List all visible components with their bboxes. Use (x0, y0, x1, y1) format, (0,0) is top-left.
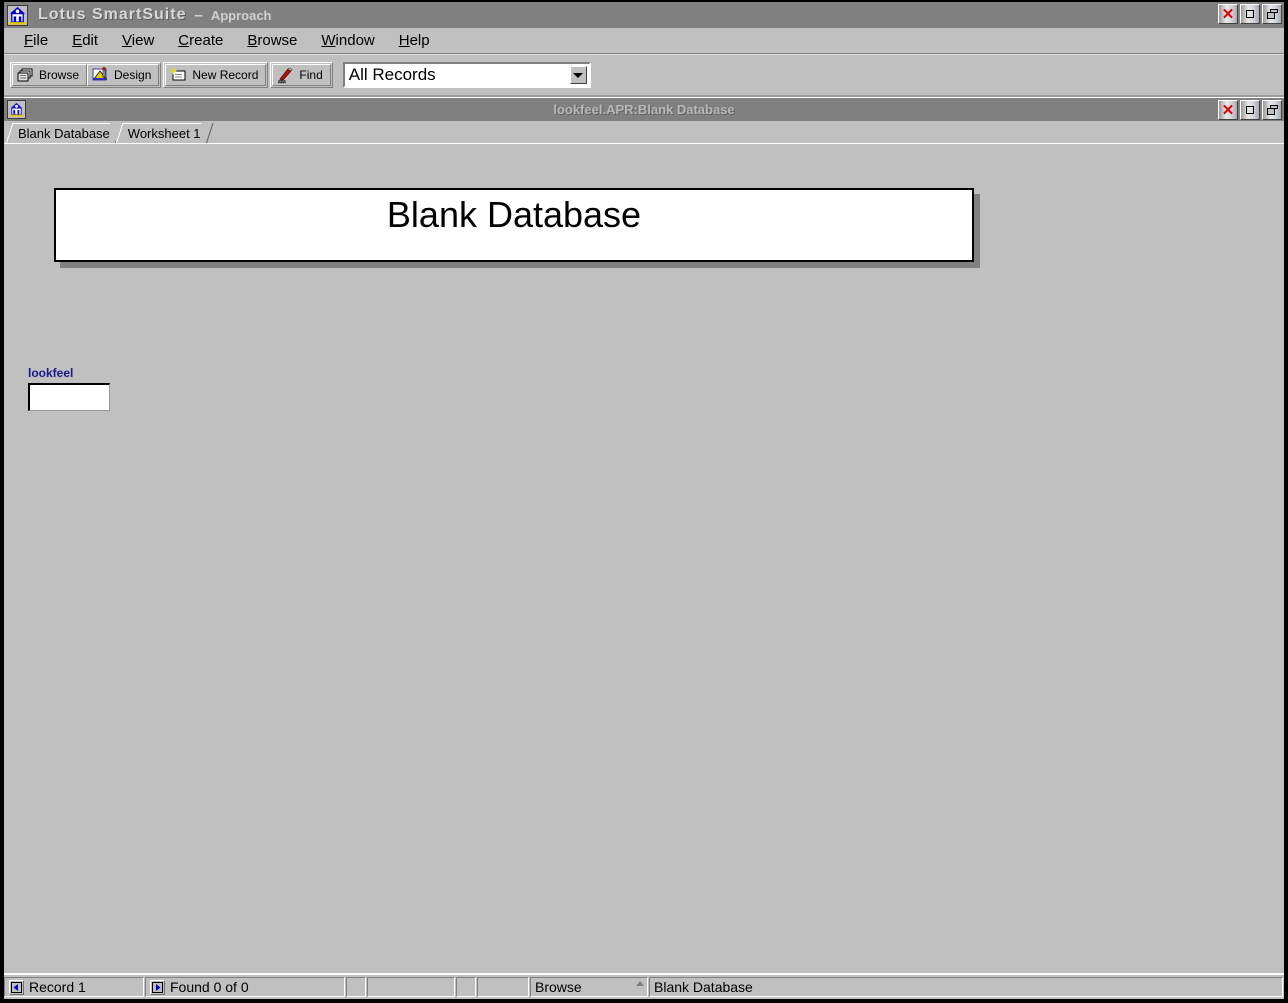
menu-mnemonic: W (321, 32, 336, 49)
application-window: Lotus SmartSuite – Approach ✕ File Edit … (0, 0, 1288, 1003)
tab-worksheet-1[interactable]: Worksheet 1 (115, 123, 207, 143)
restore-button[interactable] (1262, 4, 1282, 24)
application-title: Lotus SmartSuite (38, 6, 187, 23)
menu-label: indow (335, 32, 375, 49)
document-maximize-button[interactable] (1240, 100, 1260, 120)
menu-item-window[interactable]: Window (309, 30, 386, 51)
status-blank-cell-2[interactable] (367, 977, 455, 997)
menu-item-file[interactable]: File (12, 30, 60, 51)
approach-house-icon[interactable] (7, 4, 28, 26)
field-group-lookfeel: lookfeel (28, 366, 110, 411)
menu-bar: File Edit View Create Browse Window Help (4, 28, 1284, 54)
menu-mnemonic: F (24, 32, 34, 49)
status-mode-cell[interactable]: Browse (530, 977, 648, 997)
toolbar-group-record: New Record (163, 62, 269, 88)
close-icon: ✕ (1221, 101, 1235, 119)
toolbar-group-find: Find (270, 62, 333, 88)
menu-label: elp (409, 32, 430, 49)
menu-mnemonic: H (398, 32, 410, 49)
close-icon: ✕ (1221, 5, 1235, 23)
design-button[interactable]: Design (87, 64, 160, 86)
restore-icon (1266, 9, 1278, 19)
form-header-title: Blank Database (386, 194, 642, 235)
application-title-bar[interactable]: Lotus SmartSuite – Approach ✕ (4, 2, 1284, 28)
new-record-button-label: New Record (192, 68, 259, 82)
status-record-cell[interactable]: Record 1 (4, 977, 144, 997)
tab-top-edge (12, 123, 110, 124)
menu-item-view[interactable]: View (110, 30, 166, 51)
find-button[interactable]: Find (272, 64, 331, 86)
find-scope-value: All Records (348, 65, 436, 84)
status-blank-cell-4[interactable] (477, 977, 529, 997)
menu-label: ile (33, 32, 49, 49)
approach-document-icon[interactable] (7, 100, 26, 119)
lookfeel-field-label: lookfeel (28, 366, 74, 380)
sort-caret-icon (636, 981, 644, 986)
tab-blank-database[interactable]: Blank Database (6, 123, 116, 143)
close-button[interactable]: ✕ (1218, 4, 1238, 24)
document-window-controls: ✕ (1218, 100, 1282, 120)
tab-top-edge (121, 123, 201, 124)
next-record-icon[interactable] (150, 979, 165, 995)
menu-item-create[interactable]: Create (166, 30, 235, 51)
new-record-button[interactable]: New Record (165, 64, 267, 86)
status-record-label: Record 1 (29, 979, 86, 995)
find-scope-combobox[interactable]: All Records (342, 62, 591, 88)
menu-mnemonic: B (247, 32, 258, 49)
tab-blank-database-label: Blank Database (18, 125, 110, 141)
find-magnifier-icon (277, 67, 295, 84)
form-header-panel[interactable]: Blank Database (54, 188, 974, 262)
status-blank-cell-1[interactable] (346, 977, 366, 997)
menu-mnemonic: E (72, 32, 83, 49)
maximize-icon (1246, 10, 1254, 18)
menu-item-edit[interactable]: Edit (60, 30, 110, 51)
document-restore-button[interactable] (1262, 100, 1282, 120)
toolbar: Browse Design New Record Find All Record… (4, 54, 1284, 97)
status-found-cell[interactable]: Found 0 of 0 (145, 977, 345, 997)
design-drafting-icon (92, 65, 110, 84)
document-title: lookfeel.APR:Blank Database (553, 102, 735, 117)
prev-record-icon[interactable] (9, 979, 24, 995)
status-view-label: Blank Database (654, 979, 753, 995)
document-close-button[interactable]: ✕ (1218, 100, 1238, 120)
browse-button-label: Browse (39, 68, 80, 82)
view-tab-strip: Blank Database Worksheet 1 (4, 121, 1284, 144)
menu-label: dit (82, 32, 99, 49)
window-controls: ✕ (1218, 4, 1282, 24)
new-record-icon (169, 66, 188, 84)
document-window: lookfeel.APR:Blank Database ✕ Blank Data… (4, 97, 1284, 999)
document-title-bar[interactable]: lookfeel.APR:Blank Database ✕ (4, 98, 1284, 121)
toolbar-group-view: Browse Design (10, 62, 162, 88)
restore-icon (1266, 105, 1278, 115)
maximize-icon (1246, 106, 1254, 114)
status-blank-cell-3[interactable] (456, 977, 476, 997)
menu-mnemonic: C (178, 32, 190, 49)
chevron-down-icon (573, 72, 584, 78)
find-scope-dropdown-button[interactable] (569, 66, 587, 84)
menu-label: rowse (257, 32, 298, 49)
browse-button[interactable]: Browse (12, 64, 88, 86)
application-subtitle: Approach (210, 7, 272, 23)
lookfeel-input[interactable] (28, 383, 110, 411)
menu-label: iew (131, 32, 155, 49)
status-mode-label: Browse (535, 979, 582, 995)
menu-item-help[interactable]: Help (387, 30, 442, 51)
browse-cards-icon (17, 67, 35, 84)
menu-item-browse[interactable]: Browse (235, 30, 309, 51)
application-title-dash: – (194, 6, 203, 24)
tab-worksheet-1-label: Worksheet 1 (127, 125, 201, 141)
design-button-label: Design (114, 68, 152, 82)
status-found-label: Found 0 of 0 (170, 979, 249, 995)
maximize-button[interactable] (1240, 4, 1260, 24)
menu-label: reate (189, 32, 224, 49)
find-button-label: Find (299, 68, 323, 82)
menu-mnemonic: V (122, 32, 132, 49)
status-view-cell[interactable]: Blank Database (649, 977, 1283, 997)
status-bar: Record 1 Found 0 of 0 Browse Blank Datab… (4, 973, 1284, 999)
form-canvas[interactable]: Blank Database lookfeel (4, 144, 1284, 973)
